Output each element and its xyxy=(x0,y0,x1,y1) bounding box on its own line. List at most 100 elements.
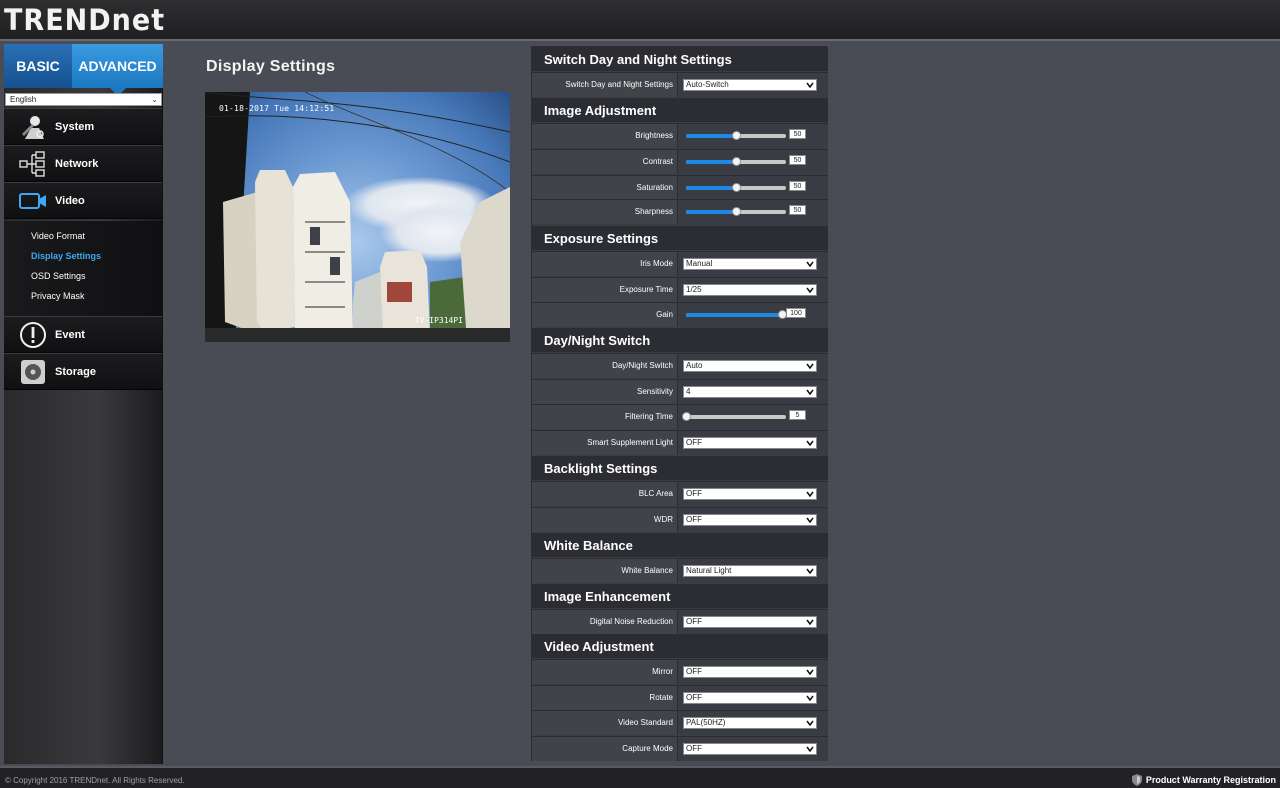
row-label: Digital Noise Reduction xyxy=(532,610,678,634)
sharpness-value[interactable]: 50 xyxy=(789,205,806,215)
wdr-select[interactable]: OFF xyxy=(683,514,817,526)
row-label: Gain xyxy=(532,303,678,327)
select-value: Natural Light xyxy=(686,566,732,575)
filtering-time-slider[interactable] xyxy=(682,412,786,421)
video-standard-select[interactable]: PAL(50HZ) xyxy=(683,717,817,729)
row-video-standard: Video Standard PAL(50HZ) xyxy=(532,710,828,735)
slider-thumb[interactable] xyxy=(732,183,741,192)
submenu-video-format[interactable]: Video Format xyxy=(31,231,85,241)
gain-value[interactable]: 100 xyxy=(786,308,806,318)
row-label: White Balance xyxy=(532,559,678,583)
row-label: Brightness xyxy=(532,124,678,148)
tab-advanced[interactable]: ADVANCED xyxy=(72,44,163,96)
sidebar-item-label: Storage xyxy=(55,365,96,378)
chevron-down-icon xyxy=(806,389,814,396)
trendnet-logo: TRENDnet xyxy=(4,4,166,38)
select-value: OFF xyxy=(686,515,702,524)
contrast-slider[interactable] xyxy=(686,157,786,166)
sidebar-item-storage[interactable]: Storage xyxy=(4,353,162,390)
sensitivity-select[interactable]: 4 xyxy=(683,386,817,398)
chevron-down-icon xyxy=(806,82,814,89)
iris-mode-select[interactable]: Manual xyxy=(683,258,817,270)
submenu-privacy-mask[interactable]: Privacy Mask xyxy=(31,291,85,301)
mirror-select[interactable]: OFF xyxy=(683,666,817,678)
submenu-osd-settings[interactable]: OSD Settings xyxy=(31,271,86,281)
row-gain: Gain 100 xyxy=(532,302,828,327)
exposure-time-select[interactable]: 1/25 xyxy=(683,284,817,296)
row-label: Day/Night Switch xyxy=(532,354,678,378)
row-switch-day-night: Switch Day and Night Settings Auto-Switc… xyxy=(532,72,828,97)
submenu-display-settings[interactable]: Display Settings xyxy=(31,251,101,261)
slider-fill xyxy=(686,160,736,164)
capture-mode-select[interactable]: OFF xyxy=(683,743,817,755)
sidebar-item-event[interactable]: Event xyxy=(4,316,162,353)
filtering-time-value[interactable]: 5 xyxy=(789,410,806,420)
row-label: Contrast xyxy=(532,150,678,174)
select-value: OFF xyxy=(686,667,702,676)
chevron-down-icon xyxy=(806,261,814,268)
section-exposure: Exposure Settings xyxy=(532,226,828,250)
brightness-slider[interactable] xyxy=(686,131,786,140)
rotate-select[interactable]: OFF xyxy=(683,692,817,704)
slider-thumb[interactable] xyxy=(732,157,741,166)
page-title: Display Settings xyxy=(206,58,336,75)
select-value: 4 xyxy=(686,387,691,396)
copyright-text: © Copyright 2016 TRENDnet. All Rights Re… xyxy=(5,776,185,785)
sidebar-item-label: System xyxy=(55,120,95,133)
row-brightness: Brightness 50 xyxy=(532,123,828,148)
sidebar-item-label: Network xyxy=(55,157,99,170)
chevron-down-icon xyxy=(806,720,814,727)
slider-thumb[interactable] xyxy=(682,412,691,421)
row-label: Mirror xyxy=(532,660,678,684)
slider-thumb[interactable] xyxy=(732,207,741,216)
select-value: Auto xyxy=(686,361,703,370)
row-label: Rotate xyxy=(532,686,678,710)
brightness-value[interactable]: 50 xyxy=(789,129,806,139)
video-camera-icon xyxy=(14,185,52,217)
chevron-down-icon xyxy=(806,517,814,524)
row-capture-mode: Capture Mode OFF xyxy=(532,736,828,761)
language-select[interactable]: English ⌄ xyxy=(5,93,162,106)
row-label: Saturation xyxy=(532,176,678,200)
white-balance-select[interactable]: Natural Light xyxy=(683,565,817,577)
sidebar-item-network[interactable]: Network xyxy=(4,145,162,182)
contrast-value[interactable]: 50 xyxy=(789,155,806,165)
slider-thumb[interactable] xyxy=(732,131,741,140)
day-night-switch-select[interactable]: Auto xyxy=(683,360,817,372)
select-value: Manual xyxy=(686,259,713,268)
row-label: Switch Day and Night Settings xyxy=(532,73,678,97)
settings-panel: Switch Day and Night Settings Switch Day… xyxy=(531,46,828,761)
shield-icon xyxy=(1131,774,1142,786)
saturation-value[interactable]: 50 xyxy=(789,181,806,191)
row-label: Capture Mode xyxy=(532,737,678,761)
tab-basic[interactable]: BASIC xyxy=(4,44,72,88)
sidebar-item-label: Event xyxy=(55,328,85,341)
section-backlight: Backlight Settings xyxy=(532,456,828,480)
row-exposure-time: Exposure Time 1/25 xyxy=(532,277,828,302)
row-sensitivity: Sensitivity 4 xyxy=(532,379,828,404)
row-label: Smart Supplement Light xyxy=(532,431,678,455)
blc-area-select[interactable]: OFF xyxy=(683,488,817,500)
select-value: Auto-Switch xyxy=(686,80,729,89)
switch-day-night-select[interactable]: Auto-Switch xyxy=(683,79,817,91)
row-sharpness: Sharpness 50 xyxy=(532,199,828,224)
sharpness-slider[interactable] xyxy=(686,207,786,216)
slider-fill xyxy=(686,134,736,138)
row-label: BLC Area xyxy=(532,482,678,506)
smart-supplement-light-select[interactable]: OFF xyxy=(683,437,817,449)
sidebar-item-video[interactable]: Video xyxy=(4,182,162,219)
row-rotate: Rotate OFF xyxy=(532,685,828,710)
gain-slider[interactable] xyxy=(686,310,787,319)
storage-disk-icon xyxy=(14,356,52,388)
warranty-registration-link[interactable]: Product Warranty Registration xyxy=(1131,774,1276,786)
warranty-label: Product Warranty Registration xyxy=(1145,775,1276,785)
saturation-slider[interactable] xyxy=(686,183,786,192)
live-video-preview[interactable]: 01-18-2017 Tue 14:12:51 TV-IP314PI xyxy=(205,92,510,342)
top-bar: TRENDnet xyxy=(0,0,1280,41)
preview-scene xyxy=(205,92,510,342)
sidebar-item-system[interactable]: System xyxy=(4,108,162,145)
row-blc-area: BLC Area OFF xyxy=(532,481,828,506)
chevron-down-icon xyxy=(806,669,814,676)
digital-noise-reduction-select[interactable]: OFF xyxy=(683,616,817,628)
slider-fill xyxy=(686,186,736,190)
